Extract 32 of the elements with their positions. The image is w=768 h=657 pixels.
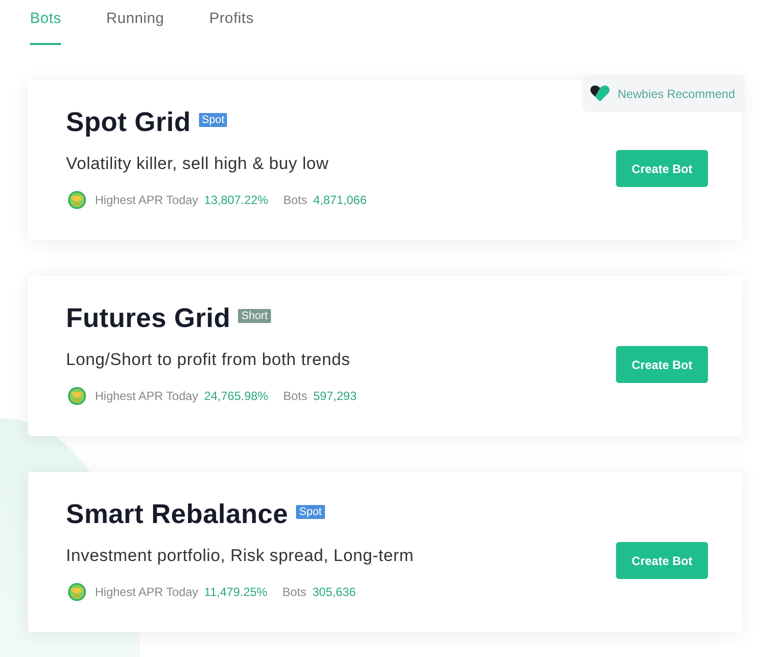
bot-description: Investment portfolio, Risk spread, Long-term <box>66 546 414 566</box>
bots-label: Bots <box>283 193 308 207</box>
bot-description: Volatility killer, sell high & buy low <box>66 154 329 174</box>
heart-icon <box>590 85 610 102</box>
bot-title: Smart Rebalance <box>66 498 288 530</box>
apr-value: 11,479.25% <box>204 585 268 599</box>
bot-title: Futures Grid <box>66 302 230 334</box>
bots-count: 597,293 <box>313 389 357 403</box>
apr-value: 13,807.22% <box>204 193 268 207</box>
apr-label: Highest APR Today <box>95 389 198 403</box>
create-bot-button[interactable]: Create Bot <box>616 542 708 579</box>
tab[interactable]: Bots <box>30 0 62 45</box>
tab[interactable]: Running <box>106 0 164 45</box>
bots-label: Bots <box>282 585 306 599</box>
bots-count: 4,871,066 <box>313 193 367 207</box>
apr-label: Highest APR Today <box>95 585 198 599</box>
trophy-icon <box>68 387 86 405</box>
create-bot-button[interactable]: Create Bot <box>616 346 708 383</box>
create-bot-button[interactable]: Create Bot <box>616 150 708 187</box>
trophy-icon <box>68 583 86 601</box>
tab[interactable]: Profits <box>209 0 254 45</box>
bots-label: Bots <box>283 389 308 403</box>
apr-value: 24,765.98% <box>204 389 268 403</box>
apr-label: Highest APR Today <box>95 193 198 207</box>
bot-title: Spot Grid <box>66 106 191 138</box>
bots-count: 305,636 <box>312 585 356 599</box>
market-tag: Short <box>238 309 271 323</box>
market-tag: Spot <box>198 113 228 127</box>
bot-description: Long/Short to profit from both trends <box>66 350 350 370</box>
market-tag: Spot <box>296 505 325 519</box>
trophy-icon <box>68 191 86 209</box>
recommend-badge: Newbies Recommend <box>582 75 745 112</box>
